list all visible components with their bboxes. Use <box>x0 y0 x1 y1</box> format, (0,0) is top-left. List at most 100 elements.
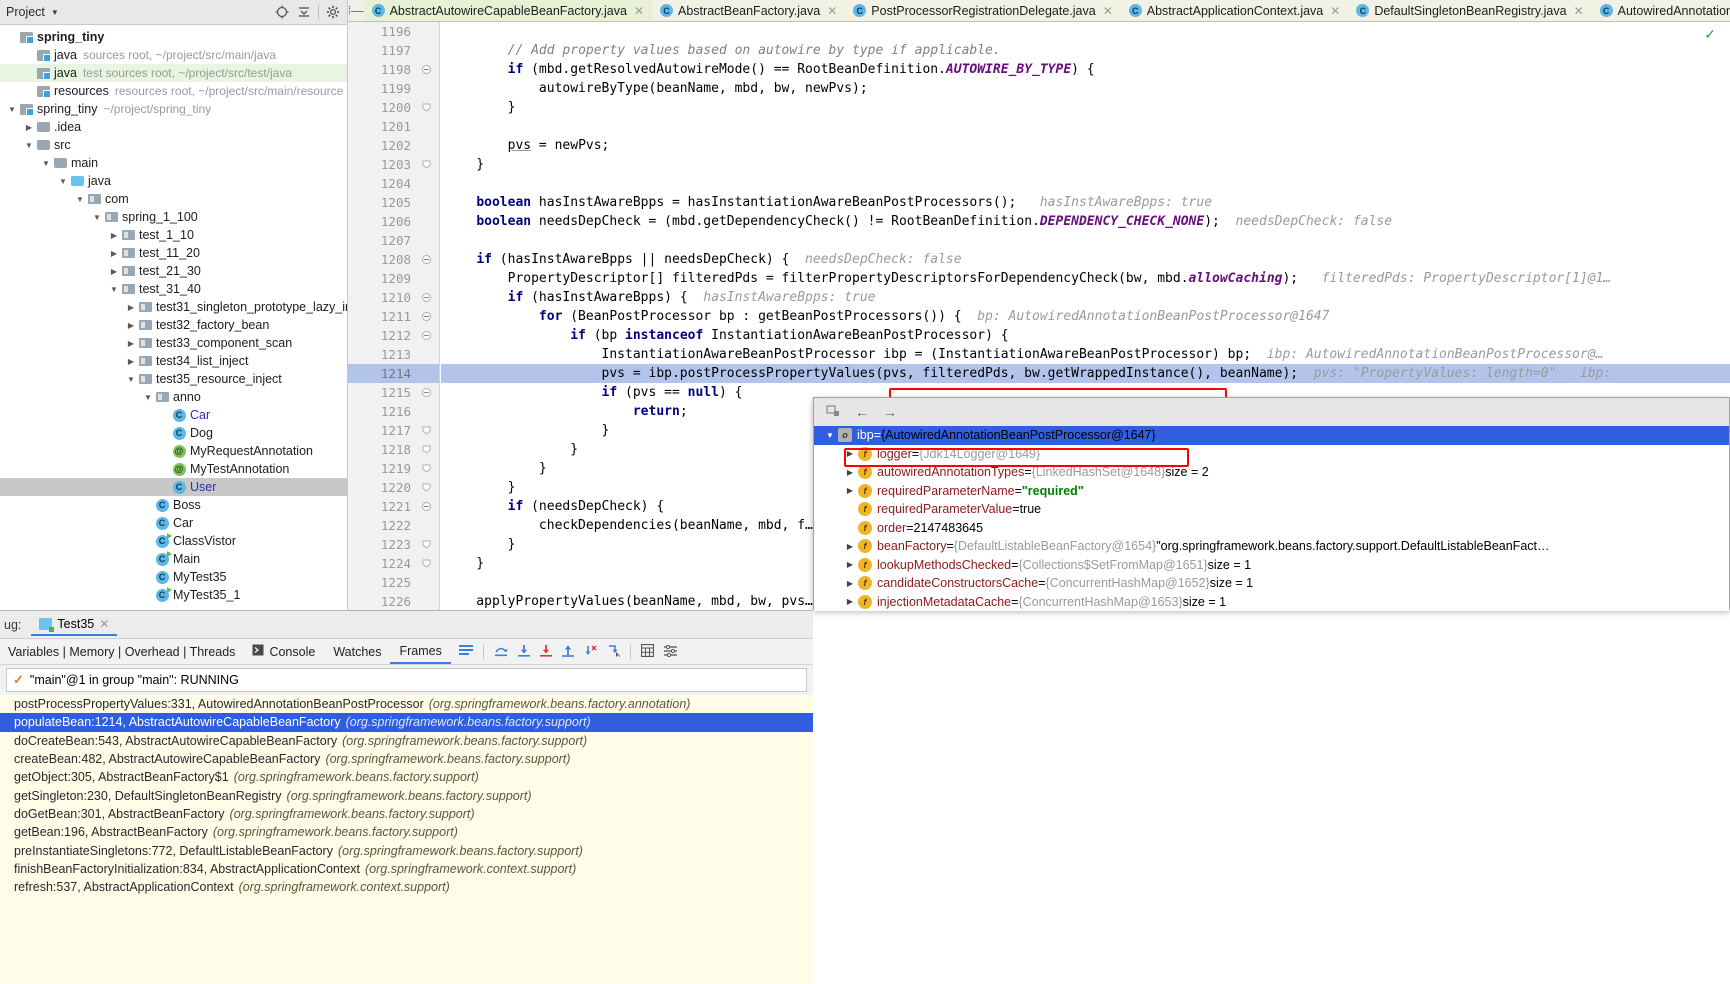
code-line-1196[interactable] <box>441 22 1730 41</box>
chevron-down-icon[interactable]: ▼ <box>91 213 103 222</box>
drop-frame-icon[interactable] <box>584 644 597 660</box>
chevron-right-icon[interactable]: ▶ <box>842 597 858 606</box>
chevron-down-icon[interactable]: ▼ <box>125 375 137 384</box>
variable-row-ibp[interactable]: ▼ o ibp = {AutowiredAnnotationBeanPostProc… <box>814 426 1729 445</box>
frame-row-3[interactable]: createBean:482, AbstractAutowireCapableB… <box>0 750 813 768</box>
gutter-line-1202[interactable]: 1202 <box>348 136 439 155</box>
code-line-1214[interactable]: pvs = ibp.postProcessPropertyValues(pvs,… <box>441 364 1730 383</box>
tree-node-user[interactable]: ▶C User <box>0 478 347 496</box>
close-icon[interactable]: ✕ <box>1103 4 1113 18</box>
tree-node-test31_singleton_prototype_lazy_init[interactable]: ▶ test31_singleton_prototype_lazy_init <box>0 298 347 316</box>
chevron-right-icon[interactable]: ▶ <box>108 249 120 258</box>
gutter-line-1213[interactable]: 1213 <box>348 345 439 364</box>
gutter-line-1205[interactable]: 1205 <box>348 193 439 212</box>
code-line-1209[interactable]: PropertyDescriptor[] filteredPds = filte… <box>441 269 1730 288</box>
variable-row-order[interactable]: f order = 2147483645 <box>814 519 1729 538</box>
gutter-line-1223[interactable]: 1223 <box>348 535 439 554</box>
tree-node-test33_component_scan[interactable]: ▶ test33_component_scan <box>0 334 347 352</box>
tree-node-boss[interactable]: ▶C Boss <box>0 496 347 514</box>
chevron-right-icon[interactable]: ▶ <box>842 560 858 569</box>
chevron-right-icon[interactable]: ▶ <box>125 321 137 330</box>
editor-tab-5[interactable]: C AutowiredAnnotationBean <box>1591 0 1730 21</box>
tree-node-anno[interactable]: ▼ anno <box>0 388 347 406</box>
chevron-right-icon[interactable]: ▶ <box>125 357 137 366</box>
tree-node--idea[interactable]: ▶ .idea <box>0 118 347 136</box>
frame-row-10[interactable]: refresh:537, AbstractApplicationContext (… <box>0 878 813 896</box>
debug-toolbar[interactable]: Variables | Memory | Overhead | Threads … <box>0 639 813 665</box>
gutter-line-1216[interactable]: 1216 <box>348 402 439 421</box>
tree-node-test35_resource_inject[interactable]: ▼ test35_resource_inject <box>0 370 347 388</box>
chevron-down-icon[interactable]: ▼ <box>822 431 838 440</box>
chevron-down-icon[interactable]: ▼ <box>108 285 120 294</box>
code-line-1204[interactable] <box>441 174 1730 193</box>
gutter-line-1226[interactable]: 1226 <box>348 592 439 610</box>
chevron-right-icon[interactable]: ▶ <box>842 579 858 588</box>
tree-node-mytest35[interactable]: ▶C MyTest35 <box>0 568 347 586</box>
tab-watches[interactable]: Watches <box>324 639 390 664</box>
code-line-1205[interactable]: boolean hasInstAwareBpps = hasInstantiat… <box>441 193 1730 212</box>
gutter-line-1209[interactable]: 1209 <box>348 269 439 288</box>
tree-node-test32_factory_bean[interactable]: ▶ test32_factory_bean <box>0 316 347 334</box>
force-step-into-icon[interactable] <box>539 644 552 660</box>
run-to-cursor-icon[interactable] <box>607 644 620 660</box>
code-line-1202[interactable]: pvs = newPvs; <box>441 136 1730 155</box>
project-tree[interactable]: ▶spring_tiny▶javasources root, ~/project… <box>0 25 347 659</box>
code-line-1200[interactable]: } <box>441 98 1730 117</box>
editor-tab-4[interactable]: C DefaultSingletonBeanRegistry.java ✕ <box>1348 0 1592 21</box>
gutter-line-1218[interactable]: 1218 <box>348 440 439 459</box>
tree-node-java[interactable]: ▶ java test sources root, ~/project/src/te… <box>0 64 347 82</box>
code-line-1199[interactable]: autowireByType(beanName, mbd, bw, newPvs… <box>441 79 1730 98</box>
settings-icon[interactable] <box>663 644 677 660</box>
variables-tree[interactable]: ▼ o ibp = {AutowiredAnnotationBeanPostProc… <box>814 426 1729 611</box>
editor-tab-3[interactable]: C AbstractApplicationContext.java ✕ <box>1120 0 1349 21</box>
frame-row-2[interactable]: doCreateBean:543, AbstractAutowireCapabl… <box>0 732 813 750</box>
gutter-line-1215[interactable]: 1215 <box>348 383 439 402</box>
gutter-line-1211[interactable]: 1211 <box>348 307 439 326</box>
code-line-1208[interactable]: if (hasInstAwareBpps || needsDepCheck) {… <box>441 250 1730 269</box>
variable-row-requiredParameterValue[interactable]: f requiredParameterValue = true <box>814 500 1729 519</box>
code-line-1213[interactable]: InstantiationAwareBeanPostProcessor ibp … <box>441 345 1730 364</box>
code-line-1212[interactable]: if (bp instanceof InstantiationAwareBean… <box>441 326 1730 345</box>
variables-popup[interactable]: ← → ▼ o ibp = {AutowiredAnnotationBeanPost… <box>813 397 1730 611</box>
frame-row-4[interactable]: getObject:305, AbstractBeanFactory$1 (org… <box>0 768 813 786</box>
tree-node-mytestannotation[interactable]: ▶@ MyTestAnnotation <box>0 460 347 478</box>
gutter-line-1208[interactable]: 1208 <box>348 250 439 269</box>
tree-node-com[interactable]: ▼ com <box>0 190 347 208</box>
frame-row-9[interactable]: finishBeanFactoryInitialization:834, Abs… <box>0 860 813 878</box>
variable-row-autowiredAnnotationTypes[interactable]: ▶ f autowiredAnnotationTypes = {LinkedHash… <box>814 463 1729 482</box>
close-icon[interactable]: ✕ <box>827 4 837 18</box>
gutter-line-1214[interactable]: 1214 <box>348 364 439 383</box>
gutter-line-1199[interactable]: 1199 <box>348 79 439 98</box>
evaluate-icon[interactable] <box>640 643 654 660</box>
tab-console[interactable]: Console <box>243 639 324 664</box>
tree-node-java[interactable]: ▶ java sources root, ~/project/src/main/ja… <box>0 46 347 64</box>
tree-node-spring_tiny[interactable]: ▶ spring_tiny <box>0 28 347 46</box>
tree-node-test_31_40[interactable]: ▼ test_31_40 <box>0 280 347 298</box>
gutter-line-1206[interactable]: 1206 <box>348 212 439 231</box>
code-line-1206[interactable]: boolean needsDepCheck = (mbd.getDependen… <box>441 212 1730 231</box>
code-line-1210[interactable]: if (hasInstAwareBpps) { hasInstAwareBpps… <box>441 288 1730 307</box>
close-icon[interactable]: ✕ <box>1330 4 1340 18</box>
code-line-1207[interactable] <box>441 231 1730 250</box>
gutter-line-1198[interactable]: 1198 <box>348 60 439 79</box>
frame-row-5[interactable]: getSingleton:230, DefaultSingletonBeanRe… <box>0 786 813 804</box>
tree-node-car[interactable]: ▶C Car <box>0 514 347 532</box>
chevron-right-icon[interactable]: ▶ <box>842 542 858 551</box>
tree-node-car[interactable]: ▶C Car <box>0 406 347 424</box>
variable-row-logger[interactable]: ▶ f logger = {Jdk14Logger@1649} <box>814 445 1729 464</box>
gutter-line-1221[interactable]: 1221 <box>348 497 439 516</box>
editor-tab-1[interactable]: C AbstractBeanFactory.java ✕ <box>652 0 846 21</box>
gutter-line-1200[interactable]: 1200 <box>348 98 439 117</box>
tree-node-test_11_20[interactable]: ▶ test_11_20 <box>0 244 347 262</box>
chevron-right-icon[interactable]: ▶ <box>842 449 858 458</box>
tree-node-mytest35_1[interactable]: ▶CMyTest35_1 <box>0 586 347 604</box>
step-into-icon[interactable] <box>517 644 530 660</box>
step-over-icon[interactable] <box>494 644 508 660</box>
debug-action-icons[interactable] <box>451 643 685 660</box>
tree-node-test_21_30[interactable]: ▶ test_21_30 <box>0 262 347 280</box>
chevron-right-icon[interactable]: ▶ <box>108 267 120 276</box>
chevron-right-icon[interactable]: ▶ <box>125 339 137 348</box>
chevron-right-icon[interactable]: ▶ <box>125 303 137 312</box>
tree-node-main[interactable]: ▶CMain <box>0 550 347 568</box>
tree-node-spring_1_100[interactable]: ▼ spring_1_100 <box>0 208 347 226</box>
